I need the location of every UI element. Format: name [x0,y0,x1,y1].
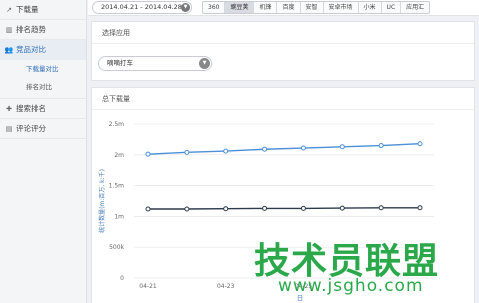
top-toolbar: 2014.04.21 - 2014.04.28 ▼ 360 豌豆荚 机锋 百度 安智 安卓… [88,0,479,16]
data-point [223,148,229,154]
main-content: 选择应用 嘀嘀打车 ▼ 总下载量 0 500k 1m 1.5m 2m 2.5m 04-21 0… [91,21,475,303]
date-range-value: 2014.04.21 - 2014.04.28 [101,3,182,11]
sidebar: ↗ 下载量 ▥ 排名趋势 👥 竞品对比 下载量对比 排名对比 ✚ 搜索排名 ▤ … [0,0,87,303]
y-tick-label: 1m [114,213,124,220]
date-range-select[interactable]: 2014.04.21 - 2014.04.28 ▼ [92,1,192,14]
sidebar-group-compare: 👥 竞品对比 下载量对比 排名对比 [0,40,86,99]
sidebar-item-label: 评论评分 [16,124,46,133]
y-tick-label: 2.5m [109,121,125,128]
chevron-down-icon: ▼ [199,58,210,69]
data-point [223,206,229,212]
sidebar-item-downloads[interactable]: ↗ 下载量 [0,0,86,20]
sidebar-item-label: 下载量 [16,5,39,14]
data-point [145,151,151,157]
data-point [300,205,306,211]
sidebar-subitem-rank-compare[interactable]: 排名对比 [0,78,86,96]
tab-store-6[interactable]: 小米 [359,2,382,13]
sidebar-item-label: 竞品对比 [16,45,46,54]
sidebar-subitem-download-compare[interactable]: 下载量对比 [0,60,86,78]
panel-title: 总下载量 [92,88,474,110]
data-point [262,146,268,152]
tab-store-1[interactable]: 豌豆荚 [225,2,255,13]
data-point [339,144,345,150]
chevron-down-icon: ▼ [181,3,190,12]
y-axis-label: 统计数量(m:百万, k:千) [98,169,106,233]
tab-store-4[interactable]: 安智 [301,2,324,13]
sidebar-item-reviews[interactable]: ▤ 评论评分 [0,119,86,139]
tab-store-8[interactable]: 应用汇 [401,2,429,13]
comment-icon: ▤ [5,125,13,133]
tab-store-0[interactable]: 360 [203,2,226,13]
y-tick-label: 500k [109,244,124,251]
y-tick-label: 0 [120,275,124,282]
line-chart-icon: ↗ [6,6,12,14]
sidebar-item-search-rank[interactable]: ✚ 搜索排名 [0,99,86,119]
y-tick-label: 2m [114,152,124,159]
sidebar-item-label: 排名趋势 [16,25,46,34]
x-tick-label: 04-23 [217,283,235,290]
store-tabs: 360 豌豆荚 机锋 百度 安智 安卓市场 小米 UC 应用汇 [202,1,431,14]
panel-title: 选择应用 [92,22,474,44]
data-point [339,205,345,211]
x-tick-label: 04-21 [139,283,157,290]
cross-icon: ✚ [6,105,12,113]
tab-store-3[interactable]: 百度 [277,2,301,13]
data-point [184,149,190,155]
data-point [300,145,306,151]
app-select-value: 嘀嘀打车 [107,59,133,67]
watermark-url: www.jsgho.com [278,276,424,296]
data-point [378,143,384,149]
tab-store-2[interactable]: 机锋 [254,2,278,13]
sidebar-item-rank-trend[interactable]: ▥ 排名趋势 [0,20,86,40]
sidebar-item-label: 搜索排名 [16,104,46,113]
data-point [262,205,268,211]
bar-chart-icon: ▥ [5,26,13,34]
data-point [378,205,384,211]
data-point [145,206,151,212]
y-tick-label: 1.5m [109,183,125,190]
data-point [417,205,423,211]
sidebar-item-compare[interactable]: 👥 竞品对比 [0,40,86,60]
data-point [417,141,423,147]
watermark: 技术员联盟 www.jsgho.com [248,232,476,302]
app-select[interactable]: 嘀嘀打车 ▼ [98,56,212,71]
tab-store-5[interactable]: 安卓市场 [324,2,359,13]
data-point [184,206,190,212]
app-select-panel: 选择应用 [91,21,475,81]
users-icon: 👥 [4,46,14,54]
tab-store-7[interactable]: UC [382,2,402,13]
